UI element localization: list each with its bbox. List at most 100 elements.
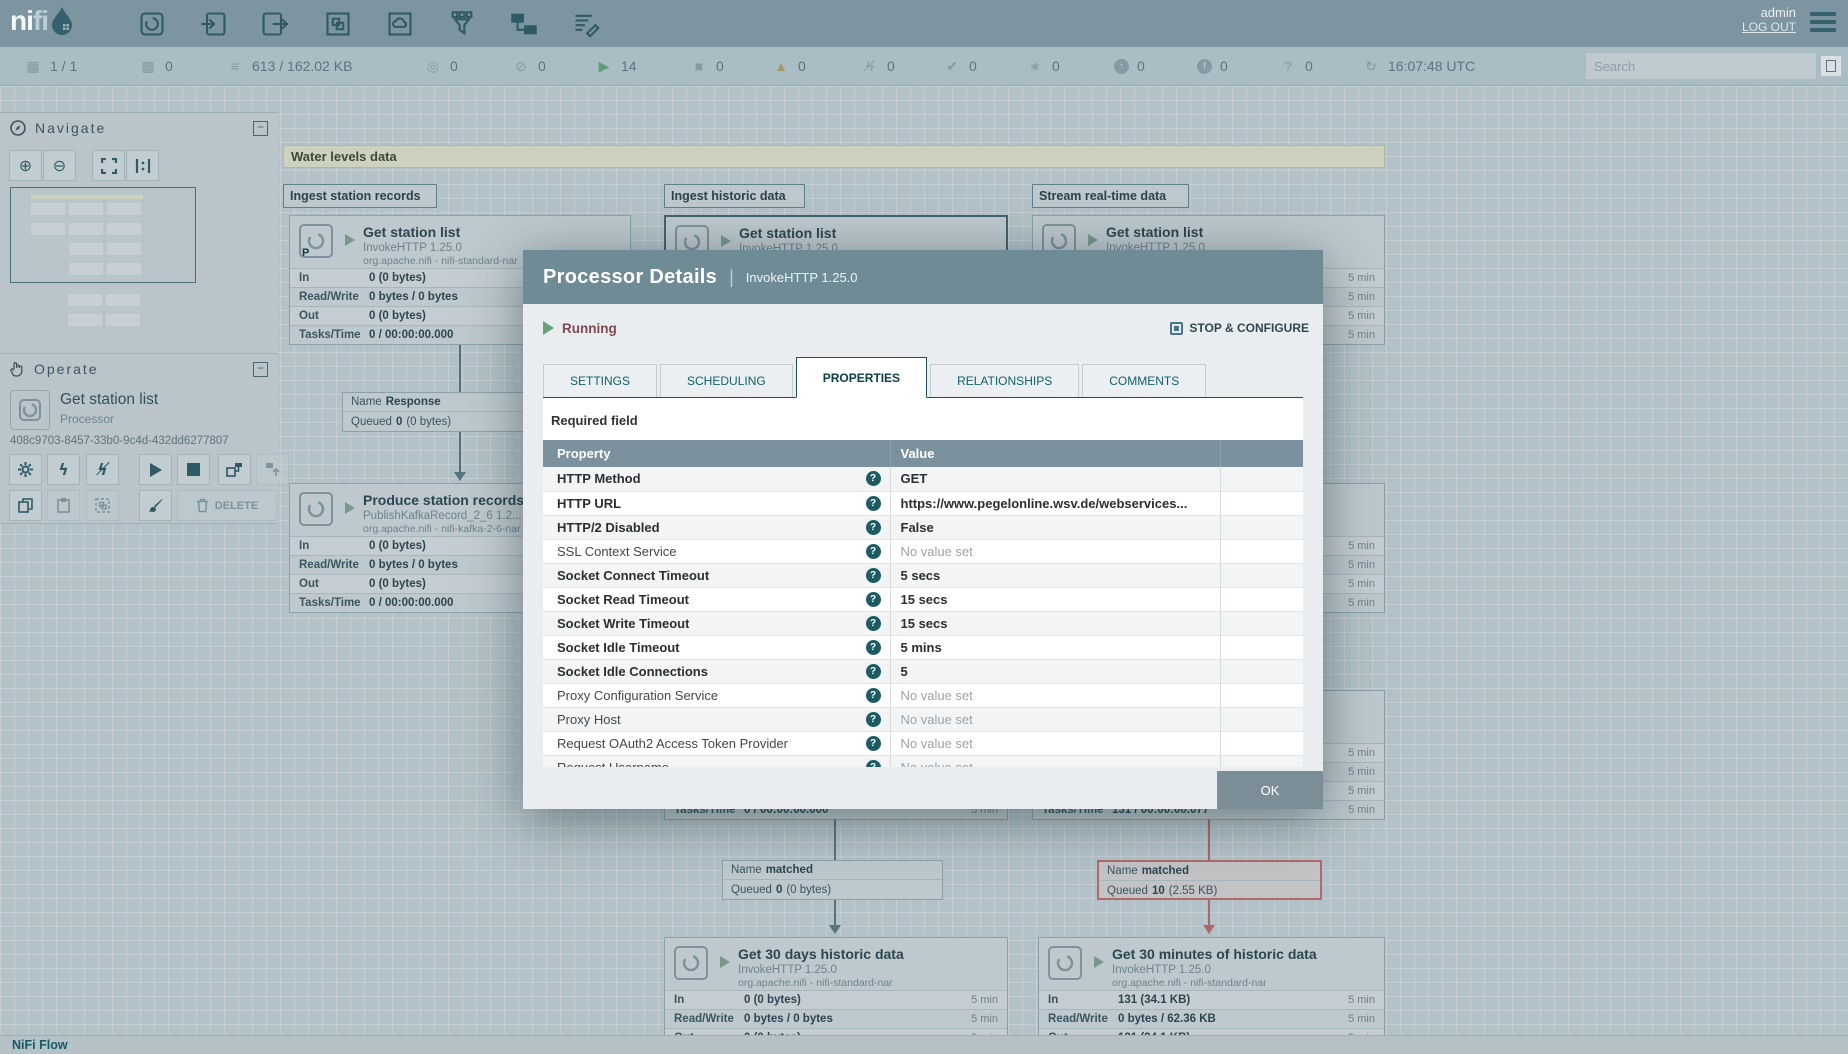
help-icon[interactable]: ? [865,759,881,767]
drag-template-button[interactable] [507,8,541,40]
copy-button[interactable] [9,490,42,521]
help-icon[interactable]: ? [865,687,881,703]
birdseye-minimap[interactable] [10,187,196,283]
search-input[interactable] [1586,53,1816,79]
stat-label: Read/Write [299,291,359,303]
refresh-status[interactable]: ↻ 16:07:48 UTC [1362,47,1475,85]
zoom-out-button[interactable]: ⊖ [43,150,76,181]
help-icon[interactable]: ? [865,735,881,751]
create-template-button[interactable] [218,454,251,485]
change-color-button[interactable] [139,490,172,521]
property-value[interactable]: No value set [889,539,1220,564]
drag-output-port-button[interactable] [257,8,291,40]
canvas-label-ingest-historic-data[interactable]: Ingest historic data [664,184,805,208]
stat-label: In [674,994,685,1006]
property-value[interactable]: GET [889,467,1220,492]
disabled-components-icon: ϟ [861,58,879,74]
connection-arrow-icon [1203,925,1215,934]
property-value[interactable]: 5 secs [889,563,1220,588]
help-icon[interactable]: ? [865,495,881,511]
property-value[interactable]: 5 mins [889,635,1220,660]
delete-button[interactable]: DELETE [177,490,277,521]
drag-processor-button[interactable] [135,8,169,40]
selected-component-id[interactable]: 408c9703-8457-33b0-9c4d-432dd6277807 [10,435,229,447]
tab-comments[interactable]: COMMENTS [1082,364,1207,397]
processor-name: Get station list [739,225,837,241]
property-value[interactable]: No value set [889,755,1220,767]
property-value[interactable]: 15 secs [889,611,1220,636]
properties-panel: Required field Property Value HTTP Metho… [543,398,1303,767]
property-value[interactable]: No value set [889,683,1220,708]
connection-line[interactable] [459,432,461,473]
help-icon[interactable]: ? [865,639,881,655]
stat-value: 0 (0 bytes) [369,310,426,322]
help-icon[interactable]: ? [865,471,881,487]
drag-label-button[interactable] [569,8,603,40]
connection-label-matched-1[interactable]: Name matched Queued 0 (0 bytes) [722,860,943,900]
connection-line[interactable] [1208,819,1210,860]
property-row: Request Username? No value set [543,755,1303,767]
start-button[interactable] [139,454,172,485]
zoom-fit-button[interactable] [92,150,125,181]
corner-button[interactable] [1820,55,1842,77]
enable-button[interactable]: ϟ [47,454,80,485]
canvas-label-water-levels[interactable]: Water levels data [283,145,1385,168]
tab-settings[interactable]: SETTINGS [543,364,658,397]
group-button[interactable] [86,490,119,521]
tab-properties[interactable]: PROPERTIES [795,357,928,398]
property-row: HTTP/2 Disabled? False [543,515,1303,540]
connection-label-response[interactable]: Name Response Queued 0 (0 bytes) [342,392,531,432]
help-icon[interactable]: ? [865,519,881,535]
property-value[interactable]: 15 secs [889,587,1220,612]
property-value[interactable]: 5 [889,659,1220,684]
zoom-actual-size-button[interactable] [126,150,159,181]
breadcrumb[interactable]: NiFi Flow [12,1038,68,1052]
tab-scheduling[interactable]: SCHEDULING [660,364,793,397]
logout-link[interactable]: LOG OUT [1742,20,1796,34]
drag-remote-process-group-button[interactable] [383,8,417,40]
canvas-label-ingest-station-records[interactable]: Ingest station records [283,184,437,208]
connection-line[interactable] [834,819,836,860]
collapse-navigate-icon[interactable]: − [253,121,268,136]
help-icon[interactable]: ? [865,567,881,583]
stat-window: 5 min [1348,766,1375,778]
stop-and-configure-button[interactable]: STOP & CONFIGURE [1170,321,1309,335]
table-header-row: Property Value [543,440,1303,467]
property-value[interactable]: No value set [889,707,1220,732]
drag-funnel-button[interactable] [445,8,479,40]
connection-line[interactable] [1208,900,1210,926]
processor-name: Get station list [1106,224,1204,240]
property-row: Request OAuth2 Access Token Provider? No… [543,731,1303,756]
stat-value: 0 (0 bytes) [369,272,426,284]
connection-line[interactable] [459,345,461,392]
drag-process-group-button[interactable] [321,8,355,40]
lightning-slash-icon: ϟ [97,460,108,479]
help-icon[interactable]: ? [865,663,881,679]
stat-window: 5 min [1348,291,1375,303]
property-value[interactable]: https://www.pegelonline.wsv.de/webservic… [889,491,1220,516]
drag-input-port-button[interactable] [197,8,231,40]
connection-label-matched-2[interactable]: Name matched Queued 10 (2.55 KB) [1097,860,1322,900]
help-icon[interactable]: ? [865,615,881,631]
configure-button[interactable] [9,454,42,485]
help-icon[interactable]: ? [865,543,881,559]
zoom-in-button[interactable]: ⊕ [9,150,42,181]
nifi-drop-icon [52,7,72,35]
upload-template-button[interactable] [256,454,289,485]
paste-button[interactable] [47,490,80,521]
processor-bundle: org.apache.nifi - nifi-kafka-2-6-nar [363,523,521,535]
disable-button[interactable]: ϟ [86,454,119,485]
tab-relationships[interactable]: RELATIONSHIPS [930,364,1080,397]
global-menu-icon[interactable] [1810,12,1836,36]
help-icon[interactable]: ? [865,711,881,727]
property-value[interactable]: No value set [889,731,1220,756]
collapse-operate-icon[interactable]: − [253,362,268,377]
stop-button[interactable] [177,454,210,485]
ok-button[interactable]: OK [1217,771,1323,809]
property-name: Socket Connect Timeout [557,567,710,583]
property-value[interactable]: False [889,515,1220,540]
connection-line[interactable] [834,900,836,926]
canvas-label-stream-real-time-data[interactable]: Stream real-time data [1032,184,1189,208]
status-stopped: ■ 0 [690,47,724,85]
help-icon[interactable]: ? [865,591,881,607]
